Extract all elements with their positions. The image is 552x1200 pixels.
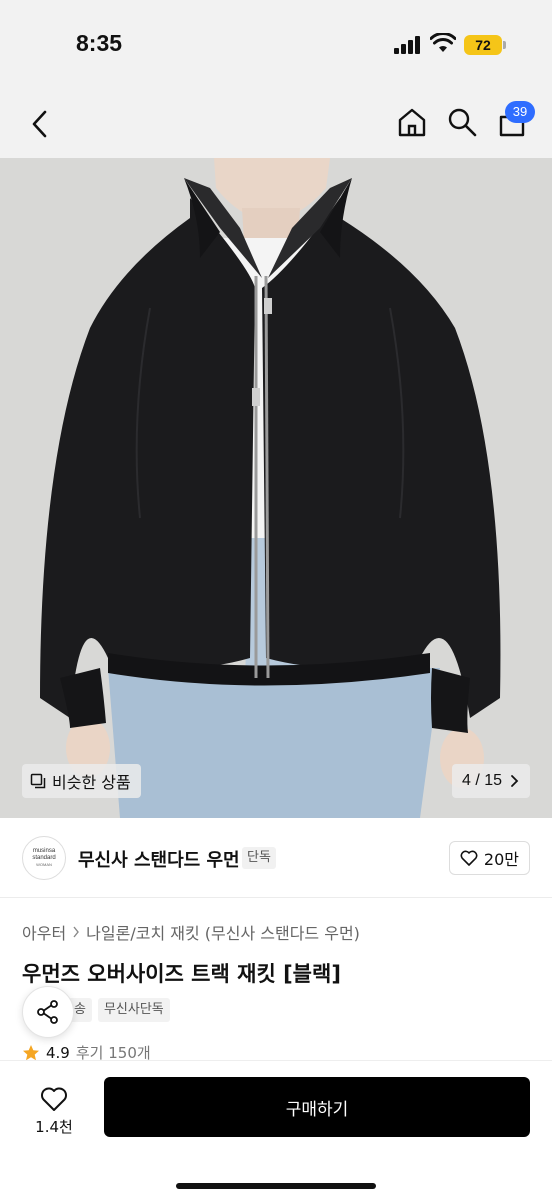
brand-exclusive-tag: 단독 — [242, 847, 276, 869]
battery-icon: 72 — [464, 35, 502, 55]
brand-logo-line3: WOMAN — [36, 862, 52, 867]
wifi-icon — [430, 33, 456, 52]
status-bar: 8:35 72 — [0, 0, 552, 92]
similar-label: 비슷한 상품 — [52, 773, 131, 792]
search-icon[interactable] — [446, 106, 478, 138]
page-indicator-text: 4 / 15 — [461, 772, 502, 789]
product-title: 우먼즈 오버사이즈 트랙 재킷 [블랙] — [22, 962, 341, 986]
product-image[interactable]: 비슷한 상품 4 / 15 — [0, 158, 552, 818]
home-icon[interactable] — [396, 106, 428, 138]
brand-name[interactable]: 무신사 스탠다드 우먼 — [78, 846, 240, 872]
wishlist-button[interactable]: 1.4천 — [22, 1079, 86, 1143]
share-icon — [37, 1000, 58, 1024]
product-photo — [0, 158, 552, 818]
brand-like-button[interactable]: 20만 — [448, 841, 530, 875]
breadcrumb-item[interactable]: 나일론/코치 재킷 (무신사 스탠다드 우먼) — [86, 920, 360, 944]
chevron-right-icon — [73, 926, 80, 938]
chevron-right-icon — [511, 775, 519, 787]
battery-tip — [503, 41, 506, 49]
similar-products-button[interactable]: 비슷한 상품 — [22, 764, 141, 798]
heart-icon — [460, 850, 478, 866]
nav-bar — [0, 92, 552, 158]
home-indicator — [176, 1183, 376, 1189]
buy-button[interactable]: 구매하기 — [104, 1077, 530, 1137]
product-tag: 무신사단독 — [97, 998, 170, 1022]
wishlist-count: 1.4천 — [35, 1117, 73, 1136]
status-time: 8:35 — [76, 30, 123, 56]
brand-logo-line2: standard — [32, 855, 56, 861]
chevron-left-icon[interactable] — [26, 108, 54, 140]
share-button[interactable] — [22, 986, 74, 1038]
brand-logo-line1: musinsa — [32, 848, 56, 854]
brand-logo[interactable]: musinsa standard WOMAN — [22, 836, 66, 880]
heart-icon — [41, 1087, 67, 1111]
breadcrumb-item[interactable]: 아우터 — [22, 920, 66, 944]
star-icon — [23, 1044, 39, 1060]
signal-icon — [394, 36, 424, 54]
rating-value: 4.9 — [46, 1043, 70, 1062]
breadcrumb: 아우터 나일론/코치 재킷 (무신사 스탠다드 우먼) — [22, 920, 360, 944]
brand-like-count: 20만 — [483, 850, 519, 869]
cart-badge: 39 — [505, 101, 535, 123]
brand-row[interactable]: musinsa standard WOMAN 무신사 스탠다드 우먼 단독 20… — [0, 818, 552, 898]
bottom-action-bar: 1.4천 구매하기 — [0, 1060, 552, 1200]
image-page-indicator[interactable]: 4 / 15 — [451, 764, 530, 798]
similar-icon — [30, 773, 46, 789]
